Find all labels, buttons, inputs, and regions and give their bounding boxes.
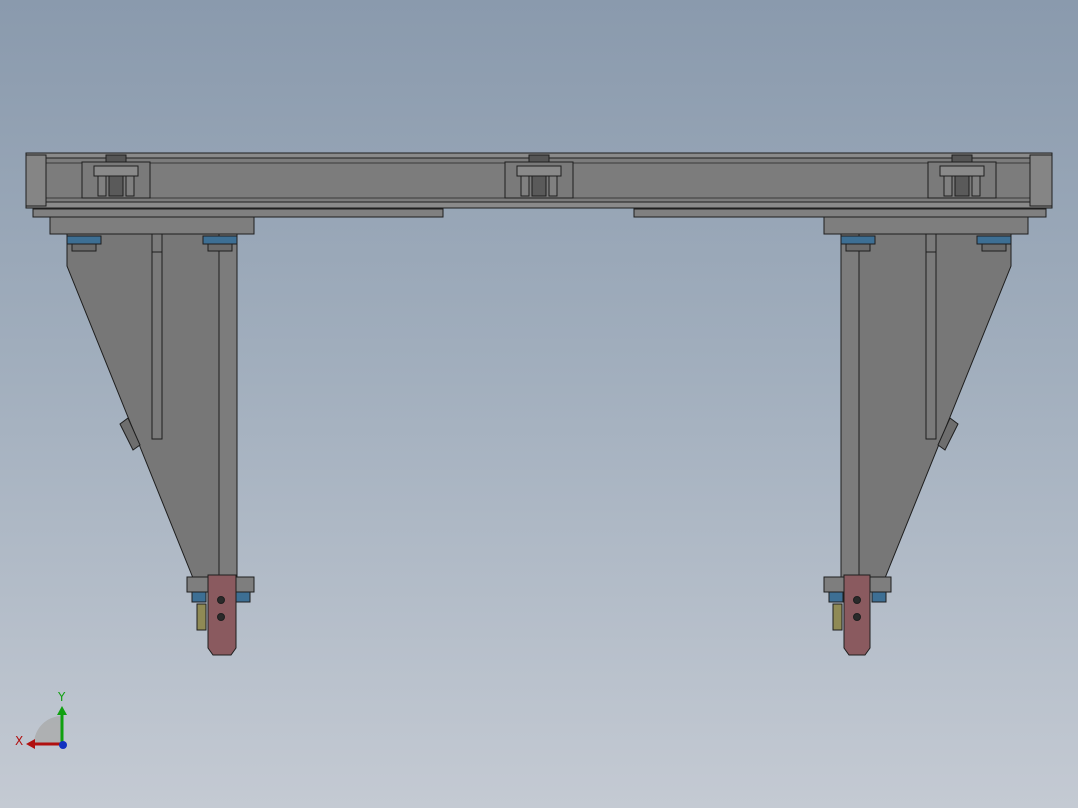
right-top-plate (823, 216, 1029, 235)
beam-right-cap (1029, 154, 1053, 207)
left-base-plate (32, 208, 444, 218)
right-bolt-1 (840, 235, 876, 245)
assembly-front-view[interactable]: Y X (0, 0, 1078, 808)
right-leg (823, 216, 1029, 656)
right-stiffener (925, 233, 937, 440)
left-column (218, 233, 238, 579)
right-column (840, 233, 860, 579)
right-bolt-2 (976, 235, 1012, 245)
axis-y-label: Y (57, 690, 66, 704)
left-bolt-1 (66, 235, 102, 245)
beam-bottom-flange (25, 201, 1053, 209)
axis-x-label: X (15, 734, 23, 748)
left-leg (49, 216, 255, 656)
beam-left-cap (25, 154, 47, 207)
right-brass-stud (832, 603, 843, 631)
left-bolt-2 (202, 235, 238, 245)
left-stiffener (151, 233, 163, 440)
left-brass-stud (196, 603, 207, 631)
right-base-plate (633, 208, 1047, 218)
cad-viewport[interactable]: Y X (0, 0, 1078, 808)
left-top-plate (49, 216, 255, 235)
coordinate-triad-icon: Y X (15, 690, 67, 749)
